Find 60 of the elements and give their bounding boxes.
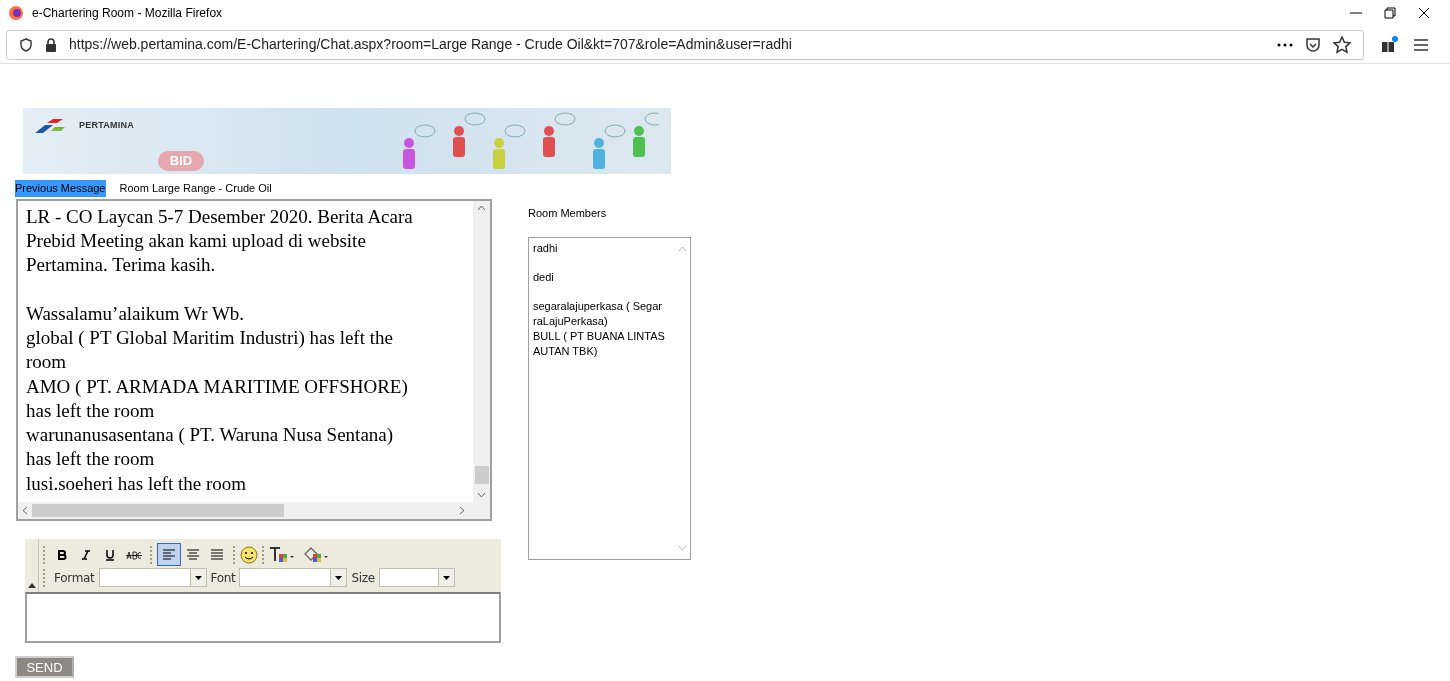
scroll-left-icon[interactable] (22, 505, 28, 515)
caret-icon (442, 575, 450, 580)
url-text: https://web.pertamina.com/E-Chartering/Chat.aspx?room=Large Range - Crude Oil&kt=707&role=Admin&user=radhi (69, 35, 792, 54)
select-label: Size (351, 569, 375, 587)
menu-icon[interactable] (1414, 38, 1428, 51)
member-item[interactable]: radhi (533, 240, 671, 256)
member-item[interactable]: dedi (533, 269, 671, 285)
underline-icon (104, 548, 116, 561)
room-title: Room Large Range - Crude Oil (119, 181, 272, 196)
caret-icon (194, 575, 202, 580)
chat-line: Pertamina. Terima kasih. (26, 253, 217, 278)
more-icon[interactable] (1277, 42, 1293, 47)
bid-button-drawing: BID (157, 151, 205, 171)
strikethrough-icon (126, 548, 142, 561)
smiley-icon[interactable] (240, 545, 258, 564)
scroll-down-icon[interactable] (477, 491, 486, 498)
pocket-icon[interactable] (1305, 36, 1321, 53)
member-item[interactable]: segaralajuperkasa ( Segar raLajuPerkasa) (533, 298, 671, 329)
star-icon[interactable] (1333, 35, 1351, 54)
collapse-icon[interactable] (27, 582, 36, 588)
send-button[interactable]: SEND (15, 655, 74, 678)
align-center-icon (186, 548, 200, 561)
chat-line: Wassalamu’alaikum Wr Wb. (26, 301, 246, 326)
select-label: Font (210, 569, 236, 587)
chat-line: AMO ( PT. ARMADA MARITIME OFFSHORE) (26, 374, 409, 399)
vertical-scrollbar[interactable] (473, 200, 490, 502)
scroll-right-icon[interactable] (459, 505, 465, 515)
member-item[interactable]: BULL ( PT BUANA LINTAS AUTAN TBK) (533, 328, 671, 359)
scroll-thumb[interactable] (32, 503, 284, 517)
browser-logo-icon (8, 5, 24, 21)
horizontal-scrollbar[interactable] (18, 501, 490, 519)
scroll-up-icon[interactable] (477, 204, 486, 211)
chat-line: room (26, 350, 68, 375)
justify-icon (210, 548, 224, 561)
align-left-icon (162, 548, 176, 561)
shield-icon (19, 37, 33, 52)
chat-line: global ( PT Global Maritim Industri) has left the (26, 326, 394, 350)
window-title: e-Chartering Room - Mozilla Firefox (32, 5, 223, 22)
bold-icon (56, 548, 68, 561)
chat-line: LR - CO Laycan 5-7 Desember 2020. Berita Acara (26, 204, 414, 229)
chat-line: lusi.soeheri has left the room (26, 471, 248, 496)
italic-icon (80, 548, 92, 561)
chat-line: warunanusasentana ( PT. Waruna Nusa Sentana) (26, 423, 395, 448)
chat-line: Prebid Meeting akan kami upload di website (26, 228, 367, 253)
chat-line: has left the room (26, 447, 156, 472)
gift-icon[interactable] (1380, 35, 1398, 54)
close-icon[interactable] (1418, 7, 1430, 19)
lock-icon (45, 37, 57, 52)
previous-message-link[interactable]: Previous Message (15, 180, 106, 197)
chat-line: has left the room (26, 398, 156, 423)
scroll-thumb[interactable] (474, 465, 489, 484)
restore-icon[interactable] (1384, 7, 1396, 19)
caret-icon (335, 575, 343, 580)
brand-name: PERTAMINA (79, 119, 134, 133)
text-color-icon[interactable] (269, 545, 295, 564)
message-input[interactable] (25, 591, 501, 643)
address-bar[interactable]: https://web.pertamina.com/E-Chartering/Chat.aspx?room=Large Range - Crude Oil&kt=707&role=Admin&user=radhi (6, 29, 1364, 60)
fill-color-icon[interactable] (303, 545, 329, 564)
members-title: Room Members (528, 206, 608, 221)
select-label: Format (54, 569, 95, 587)
